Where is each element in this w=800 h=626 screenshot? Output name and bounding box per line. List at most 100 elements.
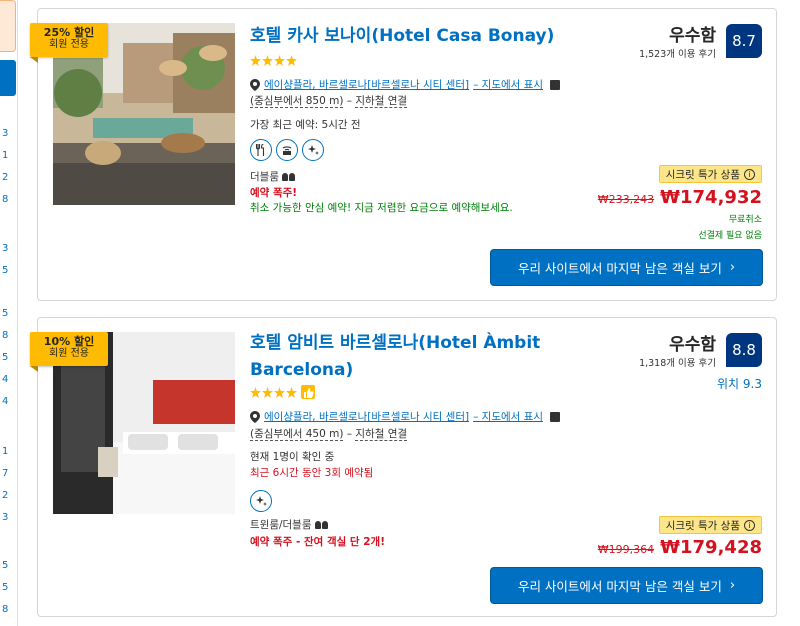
discounted-price: ₩179,428: [660, 537, 762, 558]
location-line: 에이샹플라, 바르셀로나[바르셀로나 시티 센터] – 지도에서 표시: [250, 409, 560, 424]
free-cancellation: 무료취소: [728, 215, 762, 225]
sidebar-count: 7: [2, 468, 9, 479]
sidebar-count: 8: [2, 604, 9, 615]
metro-text: 지하철 연결: [355, 95, 408, 108]
secret-deal-label: 시크릿 특가 상품: [665, 519, 740, 532]
hotel-name[interactable]: 호텔 암비트 바르셀로나(Hotel Àmbit Barcelona): [250, 330, 540, 384]
star-icon: [286, 55, 297, 66]
room-type-label: 트윈룸/더블룸: [250, 519, 312, 531]
sparkle-clean-icon[interactable]: [250, 490, 272, 512]
thumbs-up-icon[interactable]: [301, 385, 315, 399]
facility-icons: [250, 139, 324, 161]
sidebar-count: 5: [2, 560, 9, 571]
price-row: ₩199,364 ₩179,428: [598, 537, 762, 558]
show-on-map-link[interactable]: – 지도에서 표시: [473, 77, 543, 92]
show-on-map-link[interactable]: – 지도에서 표시: [473, 409, 543, 424]
two-persons-icon: [281, 172, 295, 181]
wifi-computer-icon[interactable]: [276, 139, 298, 161]
sidebar-count: 1: [2, 446, 9, 457]
sidebar-count: 3: [2, 243, 9, 254]
see-availability-button[interactable]: 우리 사이트에서 마지막 남은 객실 보기 ›: [491, 568, 762, 603]
star-rating: [250, 55, 297, 66]
sidebar-count: 5: [2, 352, 9, 363]
two-persons-icon: [314, 520, 328, 529]
star-icon: [286, 386, 297, 398]
star-rating: [250, 385, 315, 399]
location-link[interactable]: 에이샹플라, 바르셀로나[바르셀로나 시티 센터]: [264, 77, 469, 92]
sidebar-tab-active[interactable]: [0, 60, 16, 96]
discounted-price: ₩174,932: [660, 187, 762, 208]
sidebar-count: 5: [2, 582, 9, 593]
cta-label: 우리 사이트에서 마지막 남은 객실 보기: [517, 579, 722, 594]
sidebar-count: 1: [2, 150, 9, 161]
star-icon: [250, 386, 261, 398]
metro-text: 지하철 연결: [355, 428, 408, 441]
sidebar-tab-highlight[interactable]: [0, 0, 16, 52]
original-price: ₩199,364: [597, 543, 655, 556]
see-availability-button[interactable]: 우리 사이트에서 마지막 남은 객실 보기 ›: [491, 250, 762, 285]
location-line: 에이샹플라, 바르셀로나[바르셀로나 시티 센터] – 지도에서 표시: [250, 77, 560, 92]
review-score[interactable]: 8.7: [726, 24, 762, 58]
facility-icons: [250, 490, 272, 512]
no-prepayment: 선결제 필요 없음: [698, 231, 762, 241]
sidebar-count: 2: [2, 490, 9, 501]
star-icon: [262, 386, 273, 398]
sidebar-count: 3: [2, 128, 9, 139]
badge-label: 회원 전용: [49, 39, 89, 50]
location-pin-icon: [250, 410, 260, 423]
star-icon: [250, 55, 261, 66]
recent-booking: 가장 최근 예약: 5시간 전: [250, 119, 361, 131]
left-sidebar-strip: 3 1 2 8 3 5 5 8 5 4 4 1 7 2 3 5 5 8: [0, 0, 18, 626]
sidebar-count: 8: [2, 194, 9, 205]
member-discount-badge: 10% 할인 회원 전용: [30, 332, 108, 372]
sidebar-count: 4: [2, 396, 9, 407]
badge-percent: 25% 할인: [43, 26, 95, 39]
badge-percent: 10% 할인: [43, 335, 95, 348]
room-type: 트윈룸/더블룸: [250, 517, 328, 532]
sidebar-count: 2: [2, 172, 9, 183]
secret-deal-badge[interactable]: 시크릿 특가 상품 i: [658, 165, 762, 183]
chevron-right-icon: ›: [729, 260, 736, 275]
location-link[interactable]: 에이샹플라, 바르셀로나[바르셀로나 시티 센터]: [264, 409, 469, 424]
rating-word[interactable]: 우수함: [669, 330, 716, 355]
cta-label: 우리 사이트에서 마지막 남은 객실 보기: [517, 261, 722, 276]
restaurant-icon[interactable]: [250, 139, 272, 161]
hotel-card-casa-bonay: 25% 할인 회원 전용 호텔 카사 보나이(Hotel Casa Bonay)…: [30, 8, 777, 301]
cancellation-note: 취소 가능한 안심 예약! 지금 저렴한 요금으로 예약해보세요.: [250, 202, 513, 214]
distance-text: (중심부에서 450 m): [250, 428, 344, 441]
review-score[interactable]: 8.8: [726, 333, 762, 367]
external-map-icon[interactable]: [549, 79, 560, 90]
location-score[interactable]: 위치 9.3: [717, 375, 762, 392]
room-type-label: 더블룸: [250, 171, 279, 183]
distance-text: (중심부에서 850 m): [250, 95, 344, 108]
info-icon[interactable]: i: [744, 519, 755, 531]
sidebar-count: 4: [2, 374, 9, 385]
external-map-icon[interactable]: [549, 411, 560, 422]
review-count[interactable]: 1,318개 이용 후기: [639, 355, 716, 369]
badge-label: 회원 전용: [49, 348, 89, 359]
info-icon[interactable]: i: [744, 168, 755, 180]
star-icon: [274, 386, 285, 398]
badge-fold: [30, 57, 38, 63]
high-demand-alert: 예약 폭주!: [250, 187, 298, 199]
sparkle-clean-icon[interactable]: [302, 139, 324, 161]
sidebar-count: 5: [2, 308, 9, 319]
sidebar-count: 8: [2, 330, 9, 341]
review-count[interactable]: 1,523개 이용 후기: [639, 46, 716, 60]
recent-booking: 최근 6시간 동안 3회 예약됨: [250, 467, 374, 479]
hotel-name[interactable]: 호텔 카사 보나이(Hotel Casa Bonay): [250, 23, 554, 50]
chevron-right-icon: ›: [729, 578, 736, 593]
location-pin-icon: [250, 78, 260, 91]
original-price: ₩233,243: [597, 193, 655, 206]
secret-deal-label: 시크릿 특가 상품: [665, 168, 740, 181]
sidebar-count: 5: [2, 265, 9, 276]
badge-fold: [30, 366, 38, 372]
sidebar-count: 3: [2, 512, 9, 523]
secret-deal-badge[interactable]: 시크릿 특가 상품 i: [658, 516, 762, 534]
member-discount-badge: 25% 할인 회원 전용: [30, 23, 108, 63]
hotel-name-line1: 호텔 암비트 바르셀로나(Hotel Àmbit: [250, 333, 541, 353]
rating-word[interactable]: 우수함: [669, 21, 716, 46]
high-demand-alert: 예약 폭주 - 잔여 객실 단 2개!: [250, 536, 385, 548]
distance-line: (중심부에서 850 m) – 지하철 연결: [250, 95, 408, 108]
hotel-card-ambit-barcelona: 10% 할인 회원 전용 호텔 암비트 바르셀로나(Hotel Àmbit Ba…: [30, 317, 777, 617]
